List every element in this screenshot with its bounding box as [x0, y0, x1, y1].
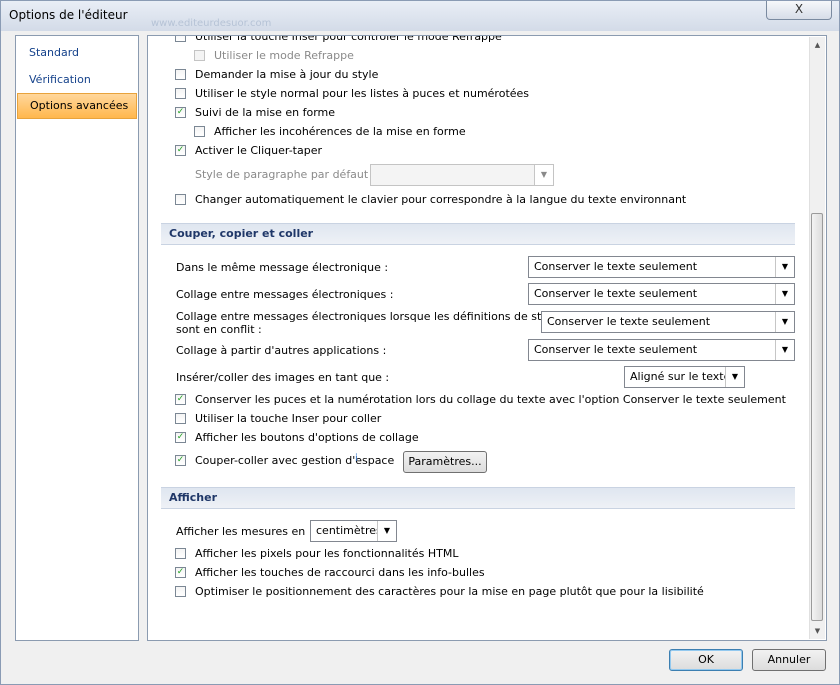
- paragraph-style-dropdown[interactable]: ▼: [370, 164, 554, 186]
- chevron-down-icon: ▼: [775, 340, 794, 360]
- paste-other-apps-label: Collage à partir d'autres applications :: [176, 344, 387, 357]
- checkbox-checked[interactable]: ✓: [175, 394, 186, 405]
- measurement-units-label: Afficher les mesures en :: [176, 525, 313, 538]
- title-watermark: www.editeurdesuor.com: [151, 18, 272, 29]
- chevron-down-icon: ▼: [775, 257, 794, 277]
- vertical-scrollbar[interactable]: ▲ ▼: [809, 37, 825, 639]
- checkbox[interactable]: [175, 69, 186, 80]
- checkbox[interactable]: [175, 194, 186, 205]
- settings-button[interactable]: Paramètres...: [403, 451, 487, 473]
- ok-button[interactable]: OK: [669, 649, 743, 671]
- sidebar-item-verification[interactable]: Vérification: [17, 67, 137, 93]
- paste-between-messages-label: Collage entre messages électroniques :: [176, 288, 394, 301]
- paste-same-message-dropdown[interactable]: Conserver le texte seulement ▼: [528, 256, 795, 278]
- section-header-display: Afficher: [161, 487, 795, 509]
- scroll-up-icon[interactable]: ▲: [810, 37, 825, 53]
- chevron-down-icon: ▼: [377, 521, 396, 541]
- sidebar: Standard Vérification Options avancées: [15, 35, 139, 641]
- paste-style-conflict-dropdown[interactable]: Conserver le texte seulement ▼: [541, 311, 795, 333]
- measurement-units-dropdown[interactable]: centimètres ▼: [310, 520, 397, 542]
- checkbox-checked[interactable]: ✓: [175, 567, 186, 578]
- checkbox[interactable]: [175, 548, 186, 559]
- sidebar-item-advanced-options[interactable]: Options avancées: [17, 93, 137, 119]
- checkbox[interactable]: [175, 586, 186, 597]
- window-title: Options de l'éditeur: [9, 8, 128, 22]
- paste-images-label: Insérer/coller des images en tant que :: [176, 371, 390, 384]
- title-bar: Options de l'éditeur www.editeurdesuor.c…: [1, 1, 839, 31]
- checkbox-checked[interactable]: ✓: [175, 455, 186, 466]
- checkbox[interactable]: [194, 126, 205, 137]
- checkbox-checked[interactable]: ✓: [175, 432, 186, 443]
- paste-images-dropdown[interactable]: Aligné sur le texte ▼: [624, 366, 745, 388]
- checkbox-checked[interactable]: ✓: [175, 145, 186, 156]
- paste-other-apps-dropdown[interactable]: Conserver le texte seulement ▼: [528, 339, 795, 361]
- sidebar-item-standard[interactable]: Standard: [17, 40, 137, 66]
- paste-same-message-label: Dans le même message électronique :: [176, 261, 389, 274]
- chevron-down-icon: ▼: [775, 312, 794, 332]
- scroll-down-icon[interactable]: ▼: [810, 623, 825, 639]
- chevron-down-icon: ▼: [534, 165, 553, 185]
- editor-options-dialog: Options de l'éditeur www.editeurdesuor.c…: [0, 0, 840, 685]
- scroll-thumb[interactable]: [811, 213, 823, 621]
- close-icon: X: [794, 2, 804, 16]
- checkbox[interactable]: [175, 88, 186, 99]
- chevron-down-icon: ▼: [775, 284, 794, 304]
- paragraph-style-label: Style de paragraphe par défaut :: [195, 168, 376, 181]
- options-panel: Utiliser la touche Inser pour contrôler …: [147, 35, 827, 641]
- checkbox[interactable]: [175, 413, 186, 424]
- cancel-button[interactable]: Annuler: [752, 649, 826, 671]
- chevron-down-icon: ▼: [725, 367, 744, 387]
- paste-between-messages-dropdown[interactable]: Conserver le texte seulement ▼: [528, 283, 795, 305]
- info-icon[interactable]: i: [355, 453, 358, 464]
- checkbox-checked[interactable]: ✓: [175, 107, 186, 118]
- section-header-cut-copy-paste: Couper, copier et coller: [161, 223, 795, 245]
- checkbox[interactable]: [194, 50, 205, 61]
- close-button[interactable]: X: [766, 1, 832, 20]
- paste-style-conflict-label-2: sont en conflit :: [176, 323, 262, 336]
- checkbox[interactable]: [175, 36, 186, 42]
